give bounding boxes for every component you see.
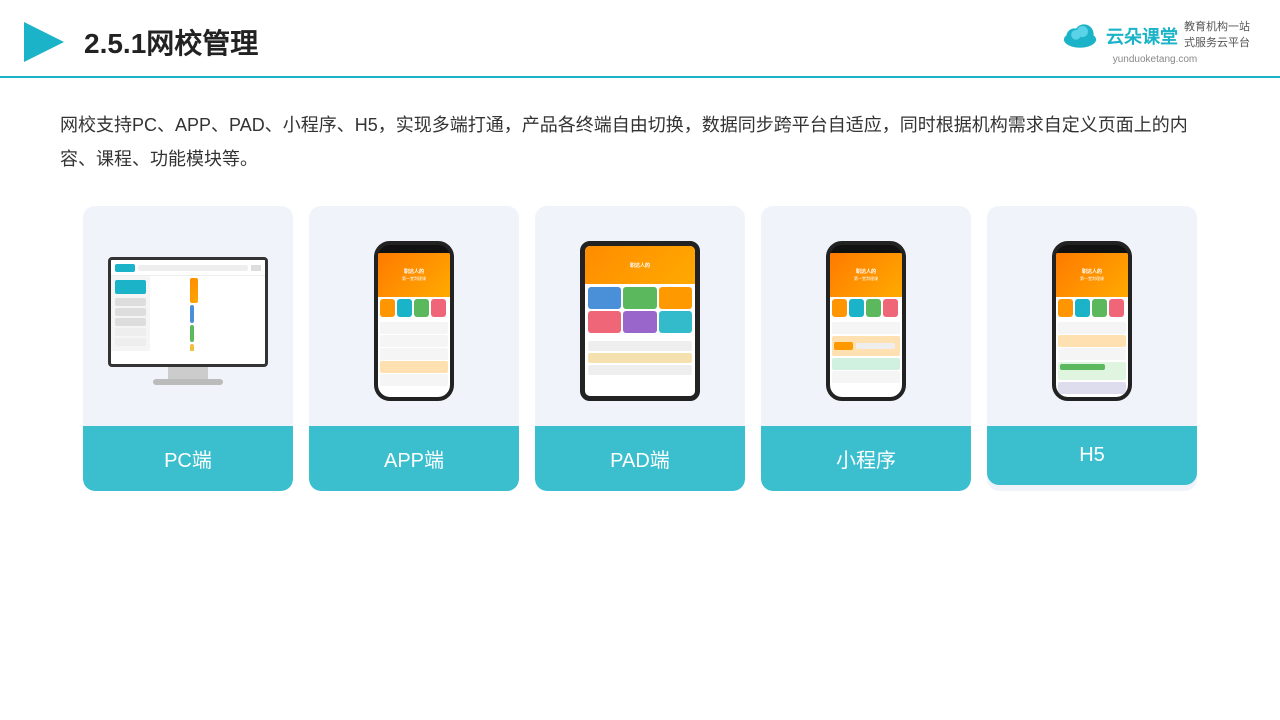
logo-cloud: 云朵课堂 教育机构一站 式服务云平台 bbox=[1060, 20, 1250, 52]
card-label-pad: PAD端 bbox=[535, 426, 745, 491]
logo-url: yunduoketang.com bbox=[1113, 54, 1198, 65]
phone-mockup-mini: 职达人的 第一堂判理课 bbox=[826, 241, 906, 401]
card-image-pc bbox=[83, 206, 293, 426]
cards-container: PC端 职达人的 第一堂判理课 bbox=[0, 196, 1280, 511]
card-label-miniprogram: 小程序 bbox=[761, 426, 971, 491]
description-text: 网校支持PC、APP、PAD、小程序、H5，实现多端打通，产品各终端自由切换，数… bbox=[60, 115, 1188, 169]
card-app: 职达人的 第一堂判理课 bbox=[309, 206, 519, 491]
card-miniprogram: 职达人的 第一堂判理课 bbox=[761, 206, 971, 491]
description: 网校支持PC、APP、PAD、小程序、H5，实现多端打通，产品各终端自由切换，数… bbox=[0, 78, 1280, 196]
header: 2.5.1网校管理 云朵课堂 教育机构一站 式服务云平台 yunduoketan… bbox=[0, 0, 1280, 78]
logo-subtitle: 教育机构一站 式服务云平台 bbox=[1184, 20, 1250, 51]
card-pc: PC端 bbox=[83, 206, 293, 491]
monitor-screen bbox=[108, 257, 268, 367]
phone-mockup-app: 职达人的 第一堂判理课 bbox=[374, 241, 454, 401]
card-image-app: 职达人的 第一堂判理课 bbox=[309, 206, 519, 426]
card-image-pad: 职达人的 bbox=[535, 206, 745, 426]
card-label-h5: H5 bbox=[987, 426, 1197, 485]
monitor-mockup bbox=[108, 257, 268, 385]
logo-area: 云朵课堂 教育机构一站 式服务云平台 yunduoketang.com bbox=[1060, 20, 1250, 65]
card-pad: 职达人的 bbox=[535, 206, 745, 491]
card-label-app: APP端 bbox=[309, 426, 519, 491]
card-h5: 职达人的 第一堂判理课 bbox=[987, 206, 1197, 491]
play-icon bbox=[20, 18, 68, 66]
cloud-icon bbox=[1060, 20, 1100, 52]
card-label-pc: PC端 bbox=[83, 426, 293, 491]
page-title: 2.5.1网校管理 bbox=[84, 22, 258, 62]
card-image-h5: 职达人的 第一堂判理课 bbox=[987, 206, 1197, 426]
card-image-miniprogram: 职达人的 第一堂判理课 bbox=[761, 206, 971, 426]
logo-name: 云朵课堂 bbox=[1106, 23, 1178, 49]
header-left: 2.5.1网校管理 bbox=[20, 18, 258, 66]
tablet-mockup: 职达人的 bbox=[580, 241, 700, 401]
phone-mockup-h5: 职达人的 第一堂判理课 bbox=[1052, 241, 1132, 401]
